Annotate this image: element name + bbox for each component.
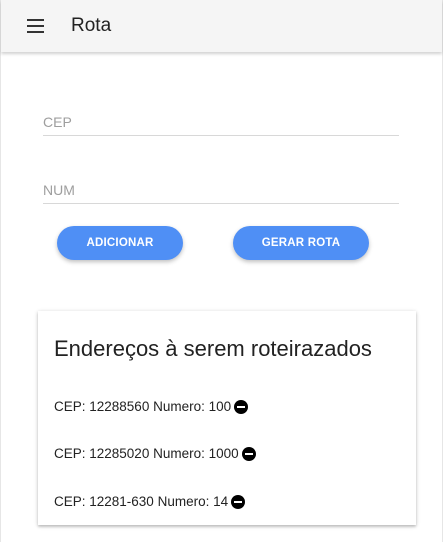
address-text: CEP: 12288560 Numero: 100 <box>54 399 232 414</box>
address-text: CEP: 12281-630 Numero: 14 <box>54 494 229 509</box>
remove-circle-icon[interactable] <box>241 446 256 461</box>
menu-icon-bar <box>27 19 44 21</box>
address-item: CEP: 12288560 Numero: 100 <box>54 399 249 414</box>
menu-icon[interactable] <box>27 13 53 39</box>
address-text: CEP: 12285020 Numero: 1000 <box>54 446 239 461</box>
num-field <box>43 170 399 204</box>
menu-icon-bar <box>27 25 44 27</box>
card-title: Endereços à serem roteirazados <box>54 336 372 361</box>
generate-route-button[interactable]: GERAR ROTA <box>233 226 369 260</box>
remove-circle-icon[interactable] <box>234 399 249 414</box>
add-button[interactable]: ADICIONAR <box>57 226 183 260</box>
num-input[interactable] <box>43 170 399 203</box>
app-root: Rota ADICIONAR GERAR ROTA Endereços à se… <box>0 0 443 542</box>
addresses-card: Endereços à serem roteirazados CEP: 1228… <box>38 311 416 525</box>
address-item: CEP: 12281-630 Numero: 14 <box>54 494 246 509</box>
top-toolbar: Rota <box>1 0 442 52</box>
cep-field <box>43 102 399 136</box>
remove-circle-icon[interactable] <box>231 494 246 509</box>
address-item: CEP: 12285020 Numero: 1000 <box>54 446 256 461</box>
page-title: Rota <box>71 15 112 36</box>
cep-input[interactable] <box>43 102 399 135</box>
menu-icon-bar <box>27 31 44 33</box>
